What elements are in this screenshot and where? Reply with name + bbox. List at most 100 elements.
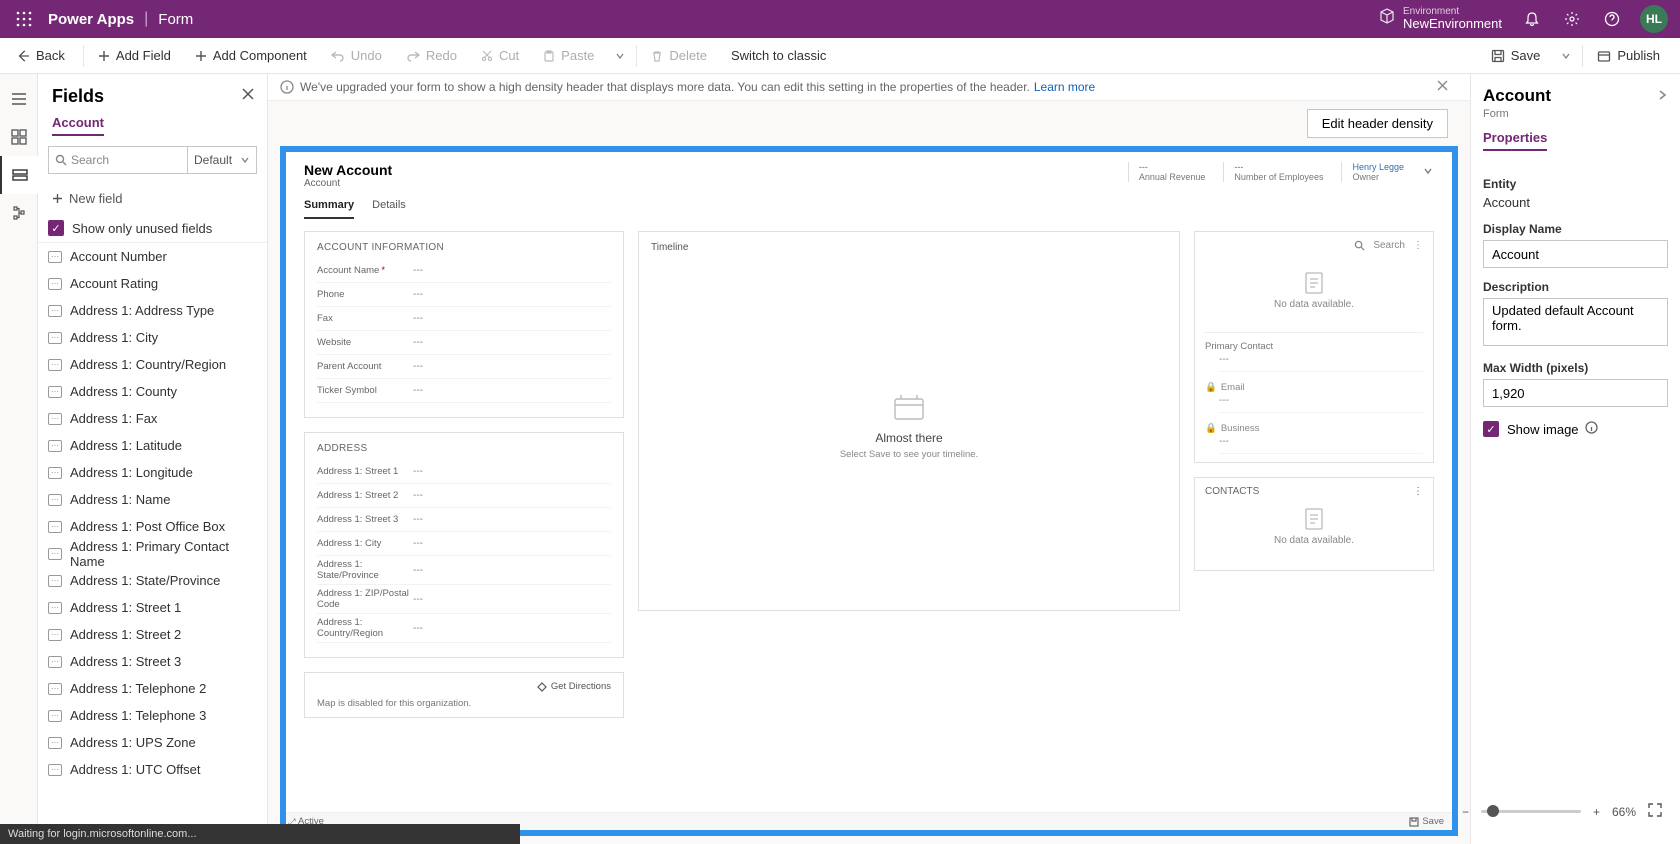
field-value[interactable]: ---	[413, 361, 423, 372]
prop-display-input[interactable]	[1483, 240, 1668, 268]
field-item[interactable]: ⋯Address 1: Longitude	[38, 459, 267, 486]
form-field-row[interactable]: Address 1: State/Province---	[317, 556, 611, 585]
field-item[interactable]: ⋯Address 1: Street 1	[38, 594, 267, 621]
field-item[interactable]: ⋯Address 1: Street 3	[38, 648, 267, 675]
field-value[interactable]: ---	[413, 265, 423, 276]
field-item[interactable]: ⋯Address 1: Country/Region	[38, 351, 267, 378]
paste-dropdown-chevron[interactable]	[608, 51, 632, 61]
rail-hamburger-icon[interactable]	[0, 80, 38, 118]
field-item[interactable]: ⋯Address 1: State/Province	[38, 567, 267, 594]
field-value[interactable]: ---	[413, 623, 423, 634]
primary-contact-value[interactable]: ---	[1219, 352, 1423, 372]
form-field-row[interactable]: Address 1: Street 1---	[317, 460, 611, 484]
tab-details[interactable]: Details	[372, 193, 406, 219]
save-button[interactable]: Save	[1481, 38, 1551, 74]
section-timeline[interactable]: Timeline Almost there Select Save to see…	[638, 231, 1180, 611]
fields-panel-close-icon[interactable]	[241, 87, 255, 106]
form-field-row[interactable]: Parent Account---	[317, 355, 611, 379]
rail-fields-icon[interactable]	[0, 156, 38, 194]
switch-classic-button[interactable]: Switch to classic	[721, 38, 836, 74]
props-chevron-icon[interactable]	[1656, 89, 1668, 104]
field-value[interactable]: ---	[413, 514, 423, 525]
field-item[interactable]: ⋯Address 1: Primary Contact Name	[38, 540, 267, 567]
rail-components-icon[interactable]	[0, 118, 38, 156]
rail-tree-icon[interactable]	[0, 194, 38, 232]
header-expand-chevron-icon[interactable]	[1422, 165, 1434, 179]
back-button[interactable]: Back	[6, 38, 75, 74]
prop-showimage-checkbox[interactable]: Show image	[1483, 421, 1668, 437]
field-item[interactable]: ⋯Address 1: County	[38, 378, 267, 405]
fields-list[interactable]: ⋯Account Number⋯Account Rating⋯Address 1…	[38, 242, 267, 844]
get-directions-button[interactable]: Get Directions	[317, 681, 611, 692]
show-unused-checkbox[interactable]: Show only unused fields	[48, 220, 257, 236]
zoom-slider[interactable]	[1481, 810, 1581, 813]
field-item[interactable]: ⋯Address 1: City	[38, 324, 267, 351]
field-value[interactable]: ---	[413, 385, 423, 396]
fields-search-input[interactable]: Search	[48, 146, 187, 174]
field-item[interactable]: ⋯Address 1: Latitude	[38, 432, 267, 459]
help-icon[interactable]	[1592, 0, 1632, 38]
field-value[interactable]: ---	[413, 490, 423, 501]
zoom-fit-button[interactable]	[1644, 803, 1666, 820]
fields-tab-account[interactable]: Account	[52, 115, 104, 136]
form-field-row[interactable]: Fax---	[317, 307, 611, 331]
footer-save-button[interactable]: Save	[1409, 816, 1444, 827]
form-field-row[interactable]: Ticker Symbol---	[317, 379, 611, 403]
contacts-more-icon[interactable]: ⋮	[1413, 486, 1423, 497]
notifications-icon[interactable]	[1512, 0, 1552, 38]
field-value[interactable]: ---	[413, 594, 423, 605]
form-field-row[interactable]: Account Name*---	[317, 259, 611, 283]
banner-close-icon[interactable]	[1433, 80, 1458, 94]
field-value[interactable]: ---	[413, 289, 423, 300]
field-item[interactable]: ⋯Address 1: UPS Zone	[38, 729, 267, 756]
field-item[interactable]: ⋯Address 1: Street 2	[38, 621, 267, 648]
field-item[interactable]: ⋯Account Rating	[38, 270, 267, 297]
props-tab-properties[interactable]: Properties	[1483, 130, 1547, 151]
form-field-row[interactable]: Address 1: ZIP/Postal Code---	[317, 585, 611, 614]
add-component-button[interactable]: Add Component	[185, 38, 317, 74]
zoom-out-button[interactable]: −	[1458, 805, 1473, 819]
zoom-in-button[interactable]: +	[1589, 805, 1604, 819]
section-address[interactable]: ADDRESS Address 1: Street 1---Address 1:…	[304, 432, 624, 658]
field-value[interactable]: ---	[413, 466, 423, 477]
tab-summary[interactable]: Summary	[304, 193, 354, 219]
field-value[interactable]: ---	[413, 565, 423, 576]
learn-more-link[interactable]: Learn more	[1034, 80, 1095, 94]
form-field-row[interactable]: Address 1: Country/Region---	[317, 614, 611, 643]
form-canvas[interactable]: New Account Account --- Annual Revenue -…	[280, 146, 1458, 836]
section-assistant[interactable]: Search ⋮ No data available. Primary Cont…	[1194, 231, 1434, 463]
assist-search-label[interactable]: Search	[1373, 240, 1405, 251]
prop-description-input[interactable]	[1483, 298, 1668, 346]
info-icon[interactable]	[1585, 421, 1598, 437]
field-value[interactable]: ---	[413, 313, 423, 324]
section-contacts[interactable]: CONTACTS ⋮ No data available.	[1194, 477, 1434, 571]
user-avatar[interactable]: HL	[1640, 5, 1668, 33]
edit-header-density-button[interactable]: Edit header density	[1307, 109, 1448, 138]
field-item[interactable]: ⋯Address 1: Fax	[38, 405, 267, 432]
form-field-row[interactable]: Address 1: City---	[317, 532, 611, 556]
field-item[interactable]: ⋯Address 1: Telephone 3	[38, 702, 267, 729]
form-field-row[interactable]: Address 1: Street 2---	[317, 484, 611, 508]
form-field-row[interactable]: Website---	[317, 331, 611, 355]
form-field-row[interactable]: Phone---	[317, 283, 611, 307]
field-value[interactable]: ---	[413, 538, 423, 549]
settings-icon[interactable]	[1552, 0, 1592, 38]
assist-more-icon[interactable]: ⋮	[1413, 240, 1423, 251]
field-item[interactable]: ⋯Address 1: Post Office Box	[38, 513, 267, 540]
add-field-button[interactable]: Add Field	[88, 38, 181, 74]
section-account-info[interactable]: ACCOUNT INFORMATION Account Name*---Phon…	[304, 231, 624, 418]
section-map[interactable]: Get Directions Map is disabled for this …	[304, 672, 624, 718]
field-item[interactable]: ⋯Address 1: Telephone 2	[38, 675, 267, 702]
fields-filter-dropdown[interactable]: Default	[187, 146, 257, 174]
form-field-row[interactable]: Address 1: Street 3---	[317, 508, 611, 532]
field-value[interactable]: ---	[413, 337, 423, 348]
search-icon[interactable]	[1354, 240, 1365, 251]
field-item[interactable]: ⋯Address 1: Address Type	[38, 297, 267, 324]
field-item[interactable]: ⋯Account Number	[38, 243, 267, 270]
save-dropdown-chevron[interactable]	[1554, 51, 1578, 61]
app-launcher-icon[interactable]	[4, 0, 44, 38]
environment-picker[interactable]: Environment NewEnvironment	[1379, 6, 1502, 31]
publish-button[interactable]: Publish	[1587, 38, 1670, 74]
field-item[interactable]: ⋯Address 1: Name	[38, 486, 267, 513]
field-item[interactable]: ⋯Address 1: UTC Offset	[38, 756, 267, 783]
